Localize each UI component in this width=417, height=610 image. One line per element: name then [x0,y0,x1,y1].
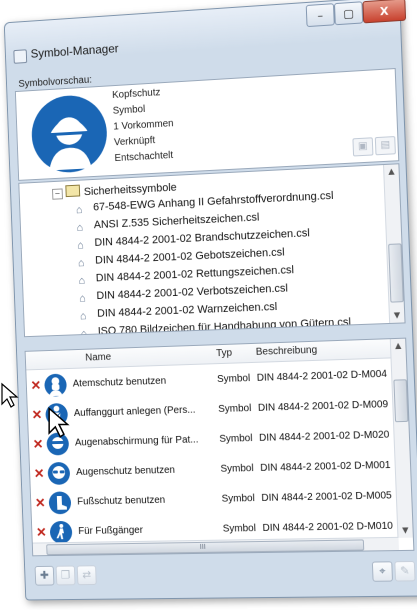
tree-root-label: Sicherheitssymbole [84,182,177,199]
close-button[interactable]: X [362,0,406,23]
library-file-icon: ⌂ [78,258,91,269]
delete-icon[interactable]: ✕ [36,527,47,539]
column-description[interactable]: Beschreibung [256,345,318,358]
horizontal-scrollbar-thumb[interactable]: III [46,539,364,555]
row-type: Symbol [219,433,253,445]
delete-icon[interactable]: ✕ [33,438,44,450]
row-type: Symbol [223,523,257,535]
library-file-icon: ⌂ [76,223,89,234]
preview-action-2-icon[interactable]: ▤ [375,136,396,155]
tree-item-label: DIN 4844-2 2001-02 Verbotszeichen.csl [96,282,288,302]
preview-action-1-icon[interactable]: ▣ [352,137,373,156]
mouse-pointer-icon [0,382,20,408]
symbol-library-tree[interactable]: – Sicherheitssymbole ⌂ 67-548-EWG Anhang I… [18,163,405,337]
title-bar[interactable]: Symbol-Manager – ▢ X [5,0,401,62]
minimize-button[interactable]: – [306,3,335,27]
maximize-button[interactable]: ▢ [334,1,363,25]
library-file-icon: ⌂ [76,205,89,216]
row-name: Fußschutz benutzen [77,494,218,508]
window-title: Symbol-Manager [30,41,118,60]
goggles-icon [47,461,71,485]
column-type[interactable]: Typ [216,348,232,360]
library-file-icon: ⌂ [79,293,92,304]
library-file-icon: ⌂ [78,276,91,287]
symbol-manager-window: Symbol-Manager – ▢ X Symbolvorschau: Kop… [4,0,417,600]
tree-item-label: DIN 4844-2 2001-02 Warnzeichen.csl [97,301,277,320]
scroll-down-icon[interactable]: ▼ [390,308,405,323]
row-type: Symbol [220,463,254,475]
folder-icon [65,185,80,198]
scrollbar-thumb[interactable] [393,379,408,422]
symbol-list[interactable]: Name Typ Beschreibung ✕ Atemschutz benut… [25,338,415,557]
delete-icon[interactable]: ✕ [32,409,43,421]
row-description: DIN 4844-2 2001-02 D-M004 [257,369,388,384]
edit-symbol-button[interactable]: ✎ [394,561,415,582]
library-file-icon: ⌂ [77,240,90,251]
row-name: Auffanggurt anlegen (Pers... [74,404,215,419]
row-type: Symbol [217,373,251,385]
scroll-up-icon[interactable]: ▲ [391,339,406,354]
tree-root-safety-symbols[interactable]: – Sicherheitssymbole [52,180,177,200]
scroll-down-icon[interactable]: ▼ [398,523,413,537]
collapse-icon[interactable]: – [52,188,63,199]
row-description: DIN 4844-2 2001-02 D-M009 [258,399,389,414]
row-type: Symbol [221,493,255,505]
row-name: Atemschutz benutzen [73,374,214,389]
mouse-pointer-icon [46,406,72,438]
info-occurrences: 1 Vorkommen [113,116,174,135]
row-description: DIN 4844-2 2001-02 D-M005 [261,490,392,504]
row-description: DIN 4844-2 2001-02 D-M001 [260,460,391,474]
scrollbar-thumb[interactable] [388,243,404,302]
delete-icon[interactable]: ✕ [35,497,46,509]
scrollbar-grip: III [47,540,363,554]
app-icon [13,49,27,64]
respirator-icon [44,373,68,397]
scroll-up-icon[interactable]: ▲ [384,164,399,179]
row-name: Augenabschirmung für Pat... [75,434,216,448]
info-unnested: Entschachtelt [114,148,175,167]
delete-icon[interactable]: ✕ [30,380,41,392]
row-name: Augenschutz benutzen [76,464,217,478]
delete-icon[interactable]: ✕ [34,468,45,480]
row-description: DIN 4844-2 2001-02 D-M010 [262,521,393,534]
row-name: Für Fußgänger [78,524,219,537]
tree-scrollbar[interactable]: ▲ ▼ [383,164,404,323]
library-file-icon: ⌂ [80,311,93,322]
helmet-sign-icon [29,92,109,175]
library-file-icon: ⌂ [80,329,93,337]
add-symbol-button[interactable]: ✚ [35,566,55,586]
column-name[interactable]: Name [85,352,111,364]
copy-symbol-button[interactable]: ❐ [56,566,76,586]
select-occurrences-button[interactable]: ⌖ [372,561,393,582]
symbol-info: Kopfschutz Symbol 1 Vorkommen Verknüpft … [112,85,175,167]
tree-item-label: ANSI Z.535 Sicherheitszeichen.csl [94,212,260,232]
pedestrian-icon [49,520,73,544]
boot-icon [48,491,72,515]
replace-symbol-button[interactable]: ⇄ [77,565,97,585]
row-description: DIN 4844-2 2001-02 D-M020 [259,429,390,443]
row-type: Symbol [218,403,252,415]
